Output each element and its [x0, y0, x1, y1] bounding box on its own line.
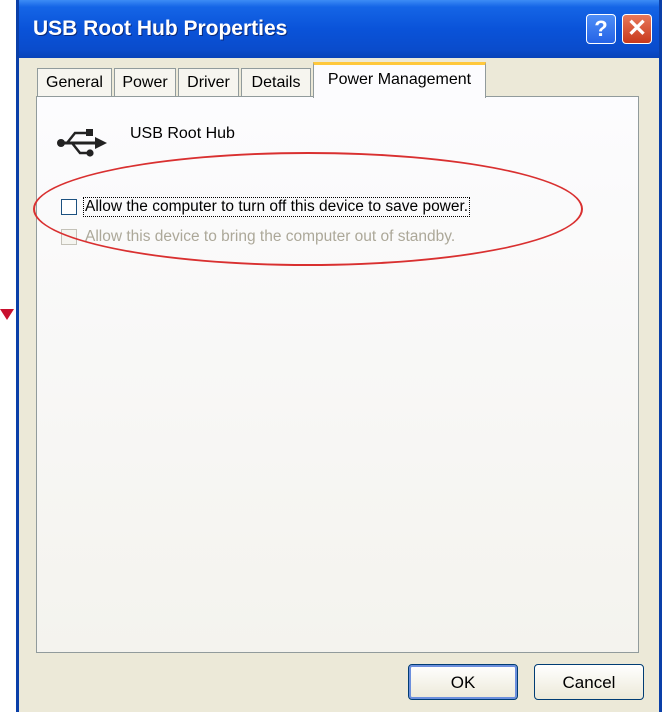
properties-dialog: USB Root Hub Properties ? ✕ General Powe…	[16, 0, 662, 712]
tab-power[interactable]: Power	[114, 68, 176, 97]
usb-trident-icon	[57, 129, 107, 157]
device-name: USB Root Hub	[130, 125, 235, 142]
ok-button[interactable]: OK	[408, 664, 518, 700]
cancel-button[interactable]: Cancel	[534, 664, 644, 700]
tab-bar: General Power Driver Details Power Manag…	[37, 62, 637, 98]
tab-power-management[interactable]: Power Management	[313, 62, 486, 98]
tab-driver[interactable]: Driver	[178, 68, 239, 97]
tab-general[interactable]: General	[37, 68, 112, 97]
tab-details[interactable]: Details	[241, 68, 311, 97]
help-button[interactable]: ?	[586, 14, 616, 44]
annotation-highlight-ellipse	[33, 152, 583, 266]
window-title: USB Root Hub Properties	[33, 17, 288, 40]
close-button[interactable]: ✕	[622, 14, 652, 44]
annotation-arrow	[0, 309, 14, 320]
title-bar[interactable]: USB Root Hub Properties ? ✕	[19, 0, 659, 58]
